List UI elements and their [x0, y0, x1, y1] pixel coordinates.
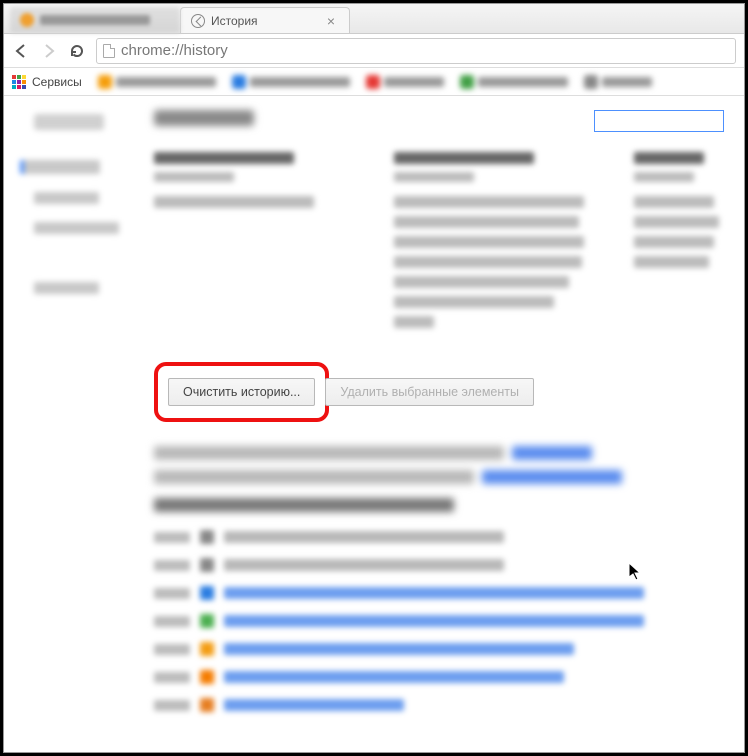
- page-title: [154, 110, 254, 126]
- url-text: chrome://history: [121, 42, 228, 59]
- history-entry[interactable]: [154, 530, 724, 544]
- history-entry[interactable]: [154, 642, 724, 656]
- bookmark-item[interactable]: [98, 75, 216, 89]
- tab-inactive[interactable]: [10, 7, 180, 33]
- clear-history-button[interactable]: Очистить историю...: [168, 378, 315, 406]
- bookmarks-bar: Сервисы: [4, 68, 744, 96]
- sidebar-item[interactable]: [34, 192, 99, 204]
- toolbar: chrome://history: [4, 34, 744, 68]
- content-area: Очистить историю... Удалить выбранные эл…: [4, 96, 744, 752]
- history-list: [154, 530, 724, 712]
- devices-columns: [154, 152, 724, 336]
- history-icon: [191, 14, 205, 28]
- apps-label: Сервисы: [32, 75, 82, 89]
- apps-bookmark[interactable]: Сервисы: [12, 75, 82, 89]
- search-input[interactable]: [594, 110, 724, 132]
- sidebar-item[interactable]: [20, 160, 100, 174]
- bookmark-item[interactable]: [366, 75, 444, 89]
- cursor-icon: [628, 562, 644, 582]
- bookmark-item[interactable]: [584, 75, 652, 89]
- bookmark-item[interactable]: [460, 75, 568, 89]
- reload-button[interactable]: [68, 42, 86, 60]
- info-text: [154, 446, 724, 484]
- close-icon[interactable]: ×: [323, 13, 339, 29]
- omnibox[interactable]: chrome://history: [96, 38, 736, 64]
- sidebar-item[interactable]: [34, 282, 99, 294]
- sidebar: [4, 96, 154, 752]
- highlight-annotation: Очистить историю...: [154, 362, 329, 422]
- tab-history[interactable]: История ×: [180, 7, 350, 33]
- apps-icon: [12, 75, 26, 89]
- tab-strip: История ×: [4, 4, 744, 34]
- main-panel: Очистить историю... Удалить выбранные эл…: [154, 96, 744, 752]
- history-entry[interactable]: [154, 698, 724, 712]
- page-icon: [103, 44, 115, 58]
- delete-selected-button: Удалить выбранные элементы: [325, 378, 534, 406]
- history-entry[interactable]: [154, 586, 724, 600]
- browser-window: История × chrome://history Сервисы: [3, 3, 745, 753]
- sidebar-item[interactable]: [34, 222, 119, 234]
- back-button[interactable]: [12, 42, 30, 60]
- tab-title: История: [211, 14, 258, 28]
- action-bar: Очистить историю... Удалить выбранные эл…: [154, 362, 724, 422]
- forward-button: [40, 42, 58, 60]
- history-entry[interactable]: [154, 614, 724, 628]
- history-entry[interactable]: [154, 670, 724, 684]
- bookmark-item[interactable]: [232, 75, 350, 89]
- date-heading: [154, 498, 454, 512]
- brand-logo: [34, 114, 104, 130]
